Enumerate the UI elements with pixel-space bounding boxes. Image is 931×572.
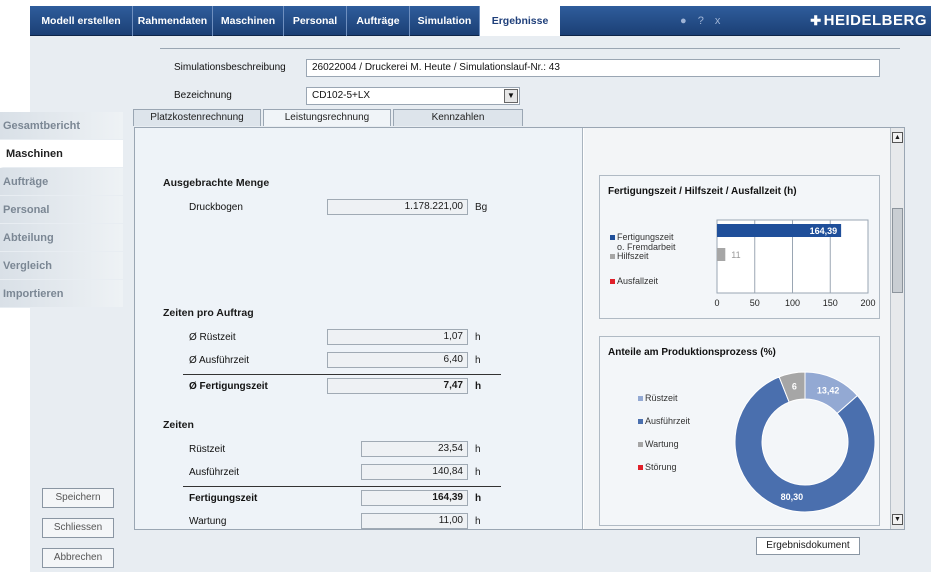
sidebar-item-importieren[interactable]: Importieren [0, 280, 123, 308]
druckbogen-label: Druckbogen [189, 202, 243, 213]
save-button[interactable]: Speichern [42, 488, 114, 508]
bottom-bar [134, 530, 905, 536]
content-panel: Ausgebrachte Menge Druckbogen 1.178.221,… [134, 127, 905, 530]
fertigungszeit-unit: h [475, 493, 482, 504]
sidebar-item-personal[interactable]: Personal [0, 196, 123, 224]
data-label: 164,39 [810, 226, 838, 236]
sidebar: Gesamtbericht Maschinen Aufträge Persona… [0, 112, 123, 308]
bar-chart: 0 50 100 150 200 164,39 11 [714, 219, 876, 308]
fertigungszeit-label: Fertigungszeit [189, 493, 258, 504]
ausfuehrzeit-unit: h [475, 467, 481, 478]
x-tick-label: 50 [750, 298, 760, 308]
tab-ergebnisse[interactable]: Ergebnisse [480, 6, 560, 37]
bezeichnung-value: CD102-5+LX [312, 90, 371, 101]
x-tick-label: 100 [785, 298, 800, 308]
sidebar-item-gesamtbericht[interactable]: Gesamtbericht [0, 112, 123, 140]
donut-chart: 13,42 80,30 6 [734, 371, 876, 513]
avg-ausfuehrzeit-unit: h [475, 355, 481, 366]
section-title-ausgebrachte-menge: Ausgebrachte Menge [163, 177, 270, 189]
avg-fertigungszeit-value: 7,47 [327, 378, 468, 394]
scroll-up-icon[interactable]: ▲ [892, 132, 903, 143]
ausfuehrzeit-value: 140,84 [361, 464, 468, 480]
ruestzeit-value: 23,54 [361, 441, 468, 457]
help-icon[interactable]: ? [698, 15, 704, 27]
avg-fertigungszeit-unit: h [475, 381, 482, 392]
donut-chart-panel: Anteile am Produktionsprozess (%) Rüstze… [599, 336, 880, 526]
avg-ruestzeit-unit: h [475, 332, 481, 343]
avg-fertigungszeit-label: Ø Fertigungszeit [189, 381, 268, 392]
charts-column: Fertigungszeit / Hilfszeit / Ausfallzeit… [584, 128, 890, 529]
close-button[interactable]: Schliessen [42, 518, 114, 538]
avg-ausfuehrzeit-label: Ø Ausführzeit [189, 355, 250, 366]
logo-mark-icon: ✚ [810, 13, 822, 28]
x-tick-label: 150 [823, 298, 838, 308]
sidebar-item-maschinen[interactable]: Maschinen [0, 140, 123, 168]
avg-ausfuehrzeit-value: 6,40 [327, 352, 468, 368]
data-label: 11 [731, 250, 740, 260]
avg-ruestzeit-label: Ø Rüstzeit [189, 332, 236, 343]
section-title-zeiten-pro-auftrag: Zeiten pro Auftrag [163, 307, 254, 319]
values-column: Ausgebrachte Menge Druckbogen 1.178.221,… [135, 128, 583, 529]
header-divider [160, 48, 900, 49]
lock-icon[interactable]: ● [680, 15, 687, 27]
vertical-scrollbar[interactable]: ▲ ▼ [890, 128, 904, 529]
chevron-down-icon[interactable]: ▼ [504, 89, 518, 103]
tab-simulation[interactable]: Simulation [410, 6, 480, 36]
slice-label: 13,42 [817, 385, 840, 395]
simulation-description-field[interactable]: 26022004 / Druckerei M. Heute / Simulati… [306, 59, 880, 77]
section-title-zeiten: Zeiten [163, 419, 194, 431]
bezeichnung-select[interactable]: CD102-5+LX ▼ [306, 87, 520, 105]
result-document-button[interactable]: Ergebnisdokument [756, 537, 860, 555]
logo-text: HEIDELBERG [823, 12, 927, 29]
ruestzeit-label: Rüstzeit [189, 444, 226, 455]
slice-label: 80,30 [781, 492, 804, 502]
sidebar-item-auftraege[interactable]: Aufträge [0, 168, 123, 196]
wartung-value: 11,00 [361, 513, 468, 529]
bezeichnung-label: Bezeichnung [174, 90, 232, 101]
tab-rahmendaten[interactable]: Rahmendaten [133, 6, 213, 36]
avg-ruestzeit-value: 1,07 [327, 329, 468, 345]
fertigungszeit-value: 164,39 [361, 490, 468, 506]
scrollbar-thumb[interactable] [892, 208, 903, 293]
x-tick-label: 200 [860, 298, 875, 308]
tab-auftraege[interactable]: Aufträge [347, 6, 410, 36]
simulation-description-label: Simulationsbeschreibung [174, 62, 286, 73]
tab-platzkostenrechnung[interactable]: Platzkostenrechnung [133, 109, 261, 126]
cancel-button[interactable]: Abbrechen [42, 548, 114, 568]
bar [717, 248, 726, 261]
x-tick-label: 0 [714, 298, 719, 308]
druckbogen-unit: Bg [475, 202, 488, 213]
ruestzeit-unit: h [475, 444, 481, 455]
tab-maschinen[interactable]: Maschinen [213, 6, 284, 36]
top-navigation: Modell erstellen Rahmendaten Maschinen P… [30, 6, 931, 37]
sidebar-item-abteilung[interactable]: Abteilung [0, 224, 123, 252]
druckbogen-value: 1.178.221,00 [327, 199, 468, 215]
sidebar-item-vergleich[interactable]: Vergleich [0, 252, 123, 280]
sum-divider-2 [183, 486, 501, 487]
tab-personal[interactable]: Personal [284, 6, 347, 36]
sum-divider [183, 374, 501, 375]
heidelberg-logo: ✚ HEIDELBERG [810, 6, 927, 36]
bar-chart-panel: Fertigungszeit / Hilfszeit / Ausfallzeit… [599, 175, 880, 319]
close-icon[interactable]: x [715, 15, 721, 27]
scroll-down-icon[interactable]: ▼ [892, 514, 903, 525]
window-icons: ● ? x [680, 6, 728, 36]
slice-label: 6 [792, 382, 797, 392]
tab-modell-erstellen[interactable]: Modell erstellen [30, 6, 133, 36]
tab-kennzahlen[interactable]: Kennzahlen [393, 109, 523, 126]
wartung-label: Wartung [189, 516, 227, 527]
ausfuehrzeit-label: Ausführzeit [189, 467, 240, 478]
wartung-unit: h [475, 516, 481, 527]
tab-leistungsrechnung[interactable]: Leistungsrechnung [263, 109, 391, 126]
